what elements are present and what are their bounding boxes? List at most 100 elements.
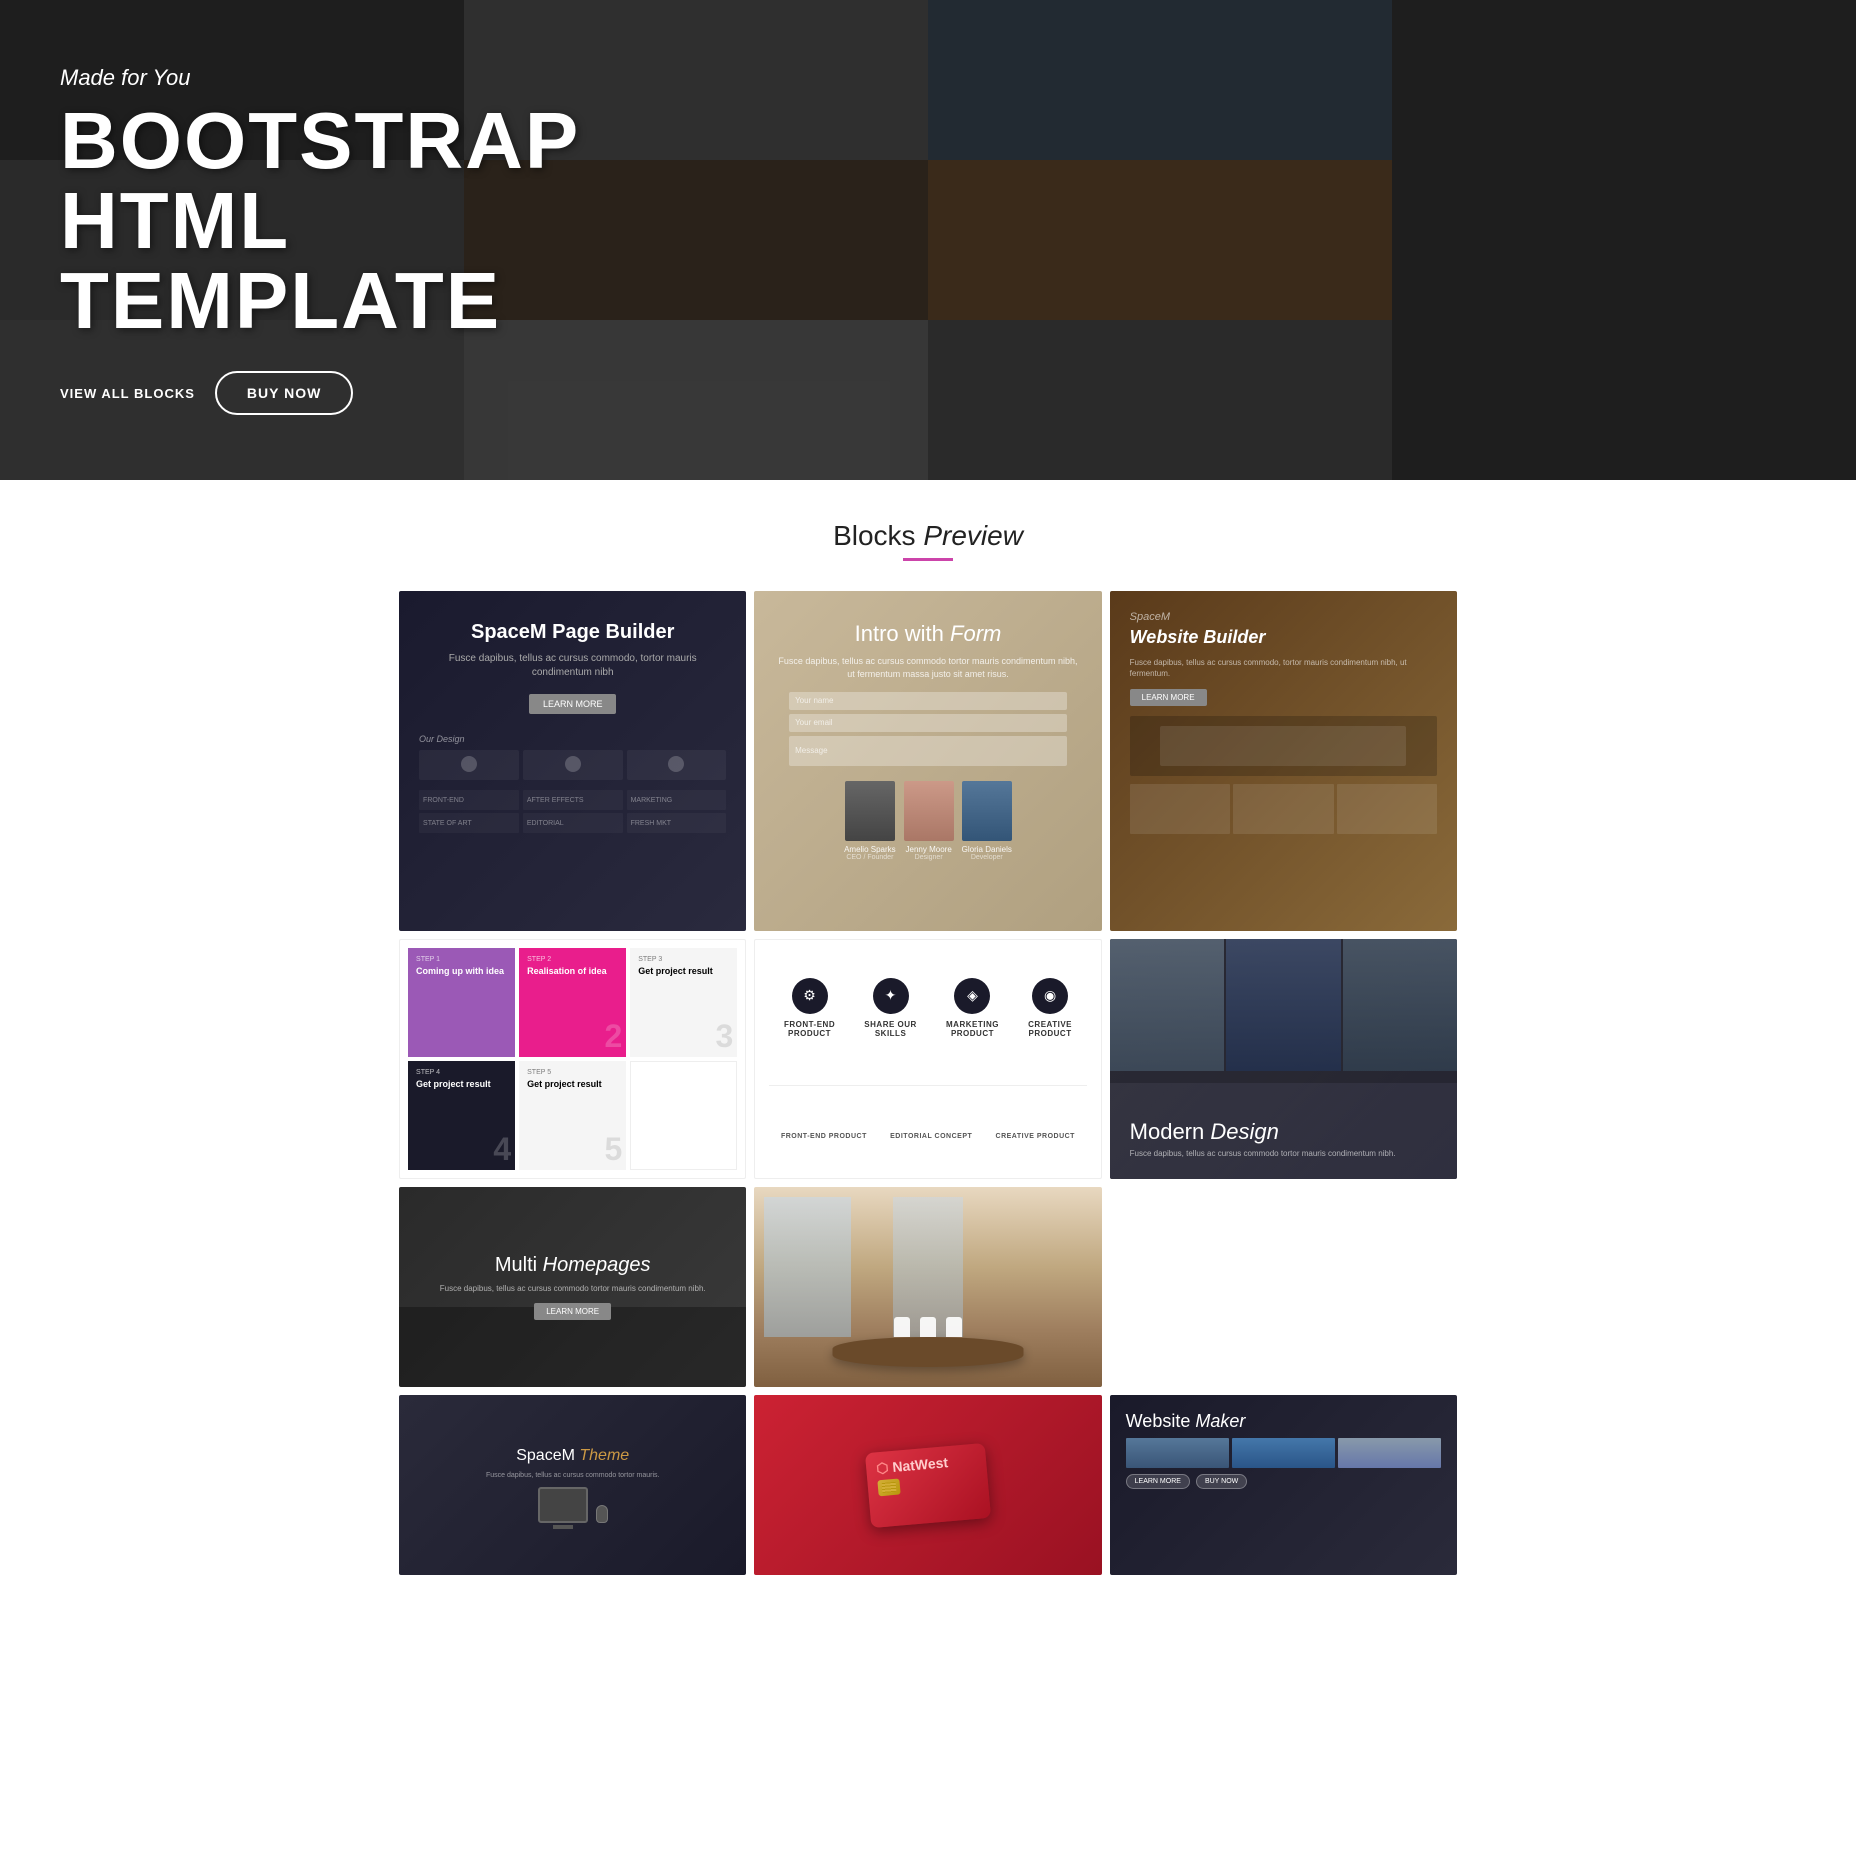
- st-title: SpaceM Theme: [516, 1447, 629, 1465]
- service-icon-3: ◈: [954, 978, 990, 1014]
- hero-bg-img-8: [1392, 160, 1856, 320]
- preview-row-1: SpaceM Page Builder Fusce dapibus, tellu…: [398, 591, 1458, 931]
- intro-form-desc: Fusce dapibus, tellus ac cursus commodo …: [754, 655, 1101, 680]
- wm-img-mountain: [1126, 1438, 1229, 1468]
- feature-cell-4: STATE OF ART: [419, 813, 519, 833]
- step-3-number: 3: [716, 1018, 734, 1055]
- thumb-website-builder[interactable]: SpaceM Website Builder Fusce dapibus, te…: [1110, 591, 1457, 931]
- step-5-label: STEP 5: [527, 1069, 618, 1076]
- process-step-2: STEP 2 Realisation of idea 2: [519, 948, 626, 1057]
- blocks-preview-section: Blocks Preview SpaceM Page Builder Fusce…: [0, 480, 1856, 1623]
- step-3-label: STEP 3: [638, 956, 729, 963]
- hero-bg-img-4: [1392, 0, 1856, 160]
- feature-cell-3: MARKETING: [627, 790, 727, 810]
- process-step-1: STEP 1 Coming up with idea: [408, 948, 515, 1057]
- intro-form-title: Intro with Form: [855, 621, 1002, 647]
- nw-brand-icon: ⬡: [876, 1459, 890, 1476]
- service-label-4: CREATIVEPRODUCT: [1028, 1020, 1072, 1038]
- intro-form-input-name[interactable]: Your name: [789, 692, 1067, 710]
- process-step-4: STEP 4 Get project result 4: [408, 1061, 515, 1170]
- service-icon-2: ✦: [873, 978, 909, 1014]
- md-title: Modern Design: [1130, 1120, 1437, 1144]
- conf-window-right: [893, 1197, 962, 1337]
- intro-form-input-msg[interactable]: Message: [789, 736, 1067, 766]
- step-1-title: Coming up with idea: [416, 966, 507, 977]
- md-desc: Fusce dapibus, tellus ac cursus commodo …: [1130, 1148, 1437, 1159]
- wm-image-grid: [1126, 1438, 1441, 1468]
- thumb-multi-homepages[interactable]: Multi Homepages Fusce dapibus, tellus ac…: [399, 1187, 746, 1387]
- wm-img-snow: [1338, 1438, 1441, 1468]
- conf-chair-3: [946, 1317, 962, 1337]
- team-role-1: CEO / Founder: [846, 854, 893, 861]
- preview-row-2: STEP 1 Coming up with idea STEP 2 Realis…: [398, 939, 1458, 1179]
- team-avatar-1: [845, 781, 895, 841]
- team-role-3: Developer: [971, 854, 1003, 861]
- team-avatar-3: [962, 781, 1012, 841]
- thumb-website-maker[interactable]: Website Maker LEARN MORE BUY NOW: [1110, 1395, 1457, 1575]
- title-underline: [903, 558, 953, 561]
- intro-form-fields: Your name Your email Message: [789, 692, 1067, 766]
- conf-chair-1: [894, 1317, 910, 1337]
- thumb-modern-design[interactable]: Modern Design Fusce dapibus, tellus ac c…: [1110, 939, 1457, 1179]
- wb-mockup: [1130, 716, 1437, 776]
- thumb-conference-room[interactable]: [754, 1187, 1101, 1387]
- service-divider: [769, 1085, 1086, 1086]
- hero-bg-img-11: [928, 320, 1392, 480]
- thumb-natwest-card[interactable]: ⬡ NatWest: [754, 1395, 1101, 1575]
- team-member-1: Amelio Sparks CEO / Founder: [844, 781, 896, 861]
- wb-btn[interactable]: LEARN MORE: [1130, 689, 1207, 706]
- intro-form-input-email[interactable]: Your email: [789, 714, 1067, 732]
- service-icons-row-2: FRONT-END PRODUCT EDITORIAL CONCEPT CREA…: [769, 1133, 1086, 1140]
- wb-content: Fusce dapibus, tellus ac cursus commodo,…: [1130, 657, 1437, 679]
- spacem-builder-btn[interactable]: LEARN MORE: [529, 694, 617, 714]
- step-2-title: Realisation of idea: [527, 966, 618, 977]
- mh-desc: Fusce dapibus, tellus ac cursus commodo …: [440, 1283, 706, 1294]
- wm-btn-learn[interactable]: LEARN MORE: [1126, 1474, 1190, 1489]
- step-4-title: Get project result: [416, 1079, 507, 1090]
- thumb-spacem-builder[interactable]: SpaceM Page Builder Fusce dapibus, tellu…: [399, 591, 746, 931]
- thumb-spacem-theme[interactable]: SpaceM Theme Fusce dapibus, tellus ac cu…: [399, 1395, 746, 1575]
- feature-cell-1: FRONT-END: [419, 790, 519, 810]
- mh-title: Multi Homepages: [495, 1254, 651, 1277]
- thumb-intro-form[interactable]: Intro with Form Fusce dapibus, tellus ac…: [754, 591, 1101, 931]
- view-all-blocks-button[interactable]: VIEW ALL BLOCKS: [60, 376, 195, 411]
- wb-feature-3: [1337, 784, 1437, 834]
- service-label-2: SHARE OURSKILLS: [864, 1020, 917, 1038]
- nw-chip-lines: [882, 1481, 897, 1492]
- team-role-2: Designer: [915, 854, 943, 861]
- buy-now-button[interactable]: BUY NOW: [215, 371, 353, 415]
- design-item-1: [419, 750, 519, 780]
- service-item-3: ◈ MARKETINGPRODUCT: [946, 978, 999, 1038]
- service-label-7: CREATIVE PRODUCT: [996, 1133, 1075, 1140]
- design-item-2: [523, 750, 623, 780]
- step-3-title: Get project result: [638, 966, 729, 977]
- wb-label: SpaceM: [1130, 611, 1437, 623]
- step-2-number: 2: [604, 1018, 622, 1055]
- hero-section: Made for You Bootstrap HTML Template VIE…: [0, 0, 1856, 480]
- wm-btn-buy[interactable]: BUY NOW: [1196, 1474, 1247, 1489]
- st-desc: Fusce dapibus, tellus ac cursus commodo …: [486, 1471, 660, 1480]
- mh-btn[interactable]: LEARN MORE: [534, 1303, 611, 1320]
- design-item-3: [627, 750, 727, 780]
- st-mouse: [596, 1505, 608, 1523]
- nw-chip: [877, 1478, 900, 1496]
- service-label-6: EDITORIAL CONCEPT: [890, 1133, 972, 1140]
- feature-cell-5: EDITORIAL: [523, 813, 623, 833]
- nw-card: ⬡ NatWest: [865, 1442, 991, 1527]
- conf-window-left: [764, 1197, 851, 1337]
- spacem-builder-title: SpaceM Page Builder: [471, 621, 674, 644]
- preview-row-3: Multi Homepages Fusce dapibus, tellus ac…: [398, 1187, 1458, 1387]
- wm-buttons: LEARN MORE BUY NOW: [1126, 1474, 1441, 1489]
- service-item-1: ⚙ FRONT-ENDPRODUCT: [784, 978, 835, 1038]
- wb-mockup-inner: [1160, 726, 1406, 766]
- nw-brand: ⬡ NatWest: [876, 1454, 949, 1477]
- hero-bg-img-7: [928, 160, 1392, 320]
- process-empty-6: [630, 1061, 737, 1170]
- thumb-process-steps[interactable]: STEP 1 Coming up with idea STEP 2 Realis…: [399, 939, 746, 1179]
- preview-grid-container: SpaceM Page Builder Fusce dapibus, tellu…: [378, 591, 1478, 1623]
- feature-row-1: FRONT-END AFTER EFFECTS MARKETING: [419, 790, 726, 810]
- step-5-title: Get project result: [527, 1079, 618, 1090]
- intro-form-team: Amelio Sparks CEO / Founder Jenny Moore …: [789, 781, 1067, 861]
- service-item-5: FRONT-END PRODUCT: [781, 1133, 867, 1140]
- wm-title: Website Maker: [1126, 1411, 1441, 1432]
